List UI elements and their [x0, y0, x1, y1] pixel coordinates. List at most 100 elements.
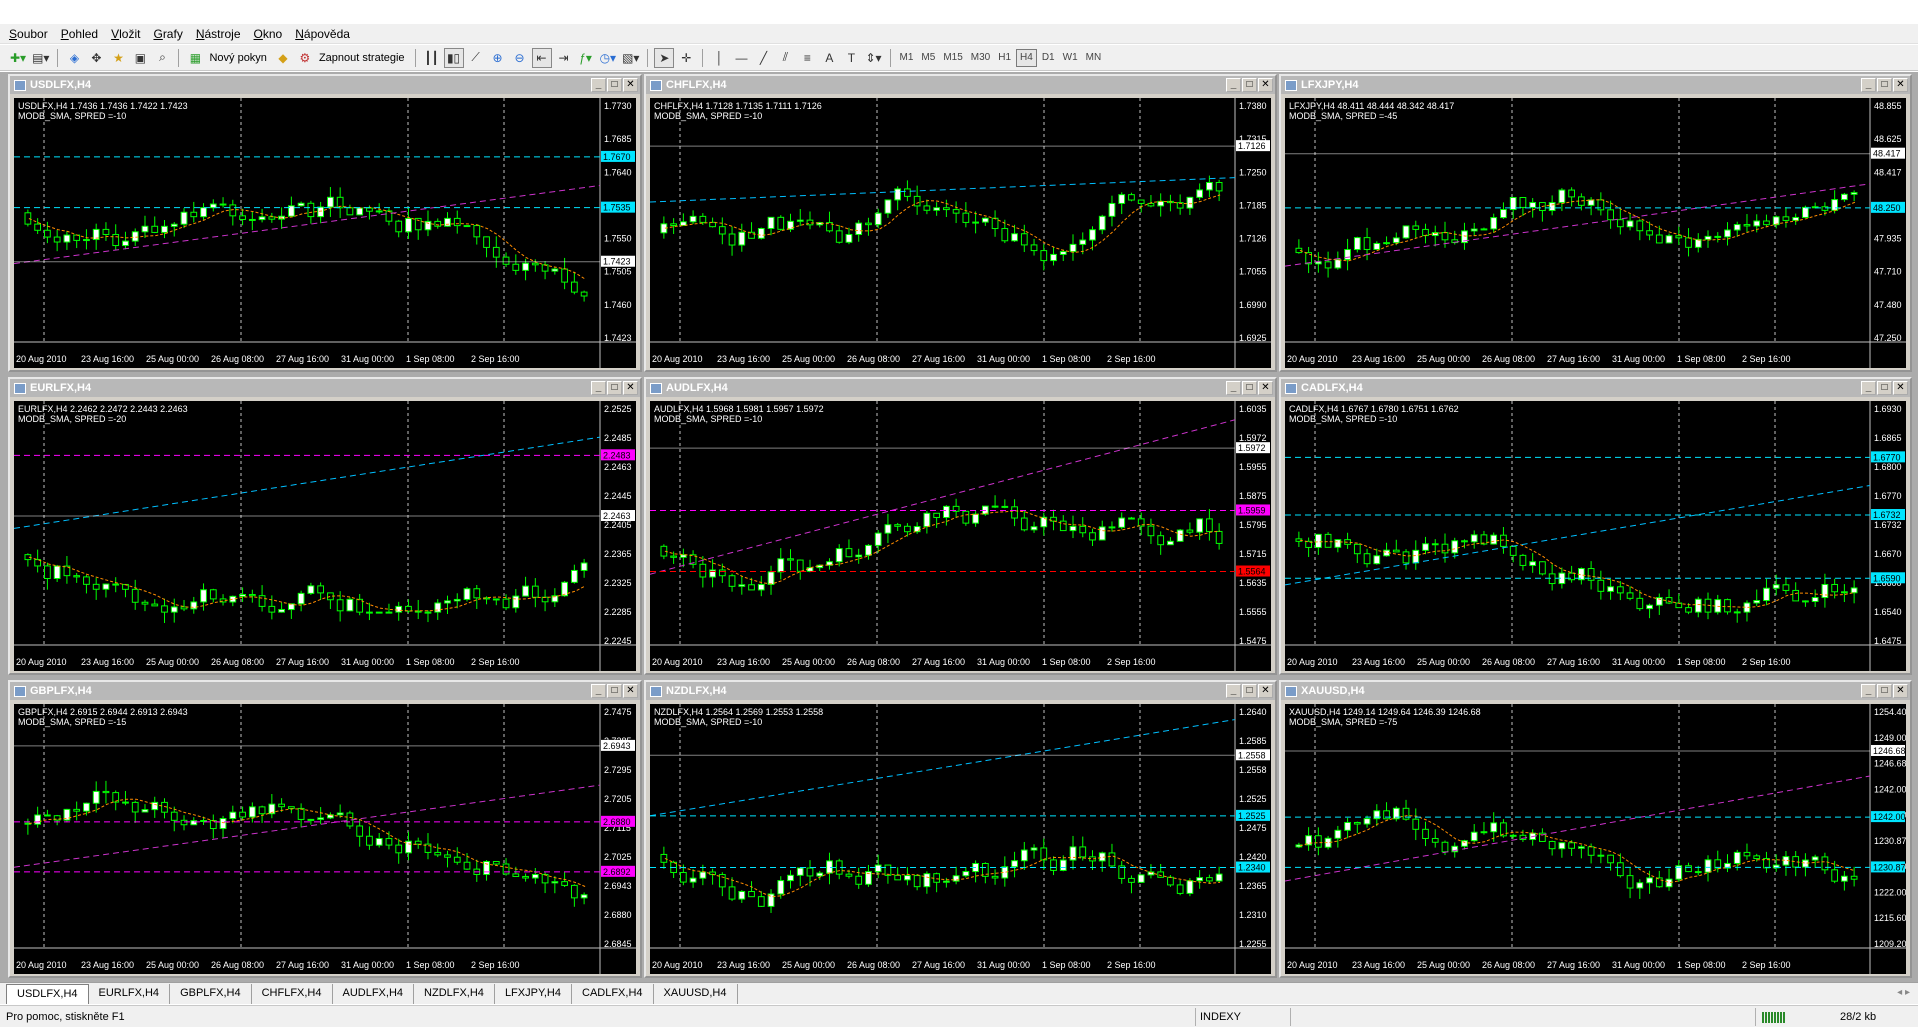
maximize-icon[interactable]: □	[607, 381, 622, 395]
maximize-icon[interactable]: □	[1242, 78, 1257, 92]
minimize-icon[interactable]: _	[1226, 381, 1241, 395]
chart-window-eurlfx[interactable]: EURLFX,H4 _ □ ✕ 2.2525 2.2485 2.2463 2.2445 2.24…	[8, 377, 642, 675]
chart-window-xauusd[interactable]: XAUUSD,H4 _ □ ✕ 1254.40 1249.00 1246.68 1242.00…	[1279, 680, 1912, 978]
chart-window-titlebar[interactable]: EURLFX,H4 _ □ ✕	[10, 379, 640, 397]
minimize-icon[interactable]: _	[1226, 78, 1241, 92]
tab-usdlfx[interactable]: USDLFX,H4	[6, 984, 89, 1004]
market-watch-icon[interactable]: ◈	[64, 48, 84, 68]
timeframe-d1[interactable]: D1	[1039, 49, 1058, 67]
tab-cadlfx[interactable]: CADLFX,H4	[572, 984, 654, 1004]
new-order-button[interactable]: Nový pokyn	[207, 52, 270, 64]
minimize-icon[interactable]: _	[591, 684, 606, 698]
metaeditor-icon[interactable]: ◆	[273, 48, 293, 68]
profiles-icon[interactable]: ▤▾	[30, 48, 51, 68]
timeframe-h1[interactable]: H1	[995, 49, 1014, 67]
new-order-icon[interactable]: ▦	[185, 48, 205, 68]
close-icon[interactable]: ✕	[1258, 684, 1273, 698]
candle-chart-icon[interactable]: ▮▯	[443, 47, 464, 68]
text-icon[interactable]: A	[819, 48, 839, 68]
chart-window-titlebar[interactable]: CADLFX,H4 _ □ ✕	[1281, 379, 1910, 397]
horizontal-line-icon[interactable]: —	[731, 48, 751, 68]
minimize-icon[interactable]: _	[1226, 684, 1241, 698]
arrows-icon[interactable]: ⇕▾	[863, 48, 883, 68]
chart-canvas[interactable]: 1.6035 1.5972 1.5955 1.5875 1.5795 1.5715 1.56…	[650, 401, 1271, 671]
chart-window-usdlfx[interactable]: USDLFX,H4_□✕ 1.77301.76851.76401.75951.75…	[8, 74, 642, 372]
terminal-icon[interactable]: ▣	[130, 48, 150, 68]
chart-window-cadlfx[interactable]: CADLFX,H4 _ □ ✕ 1.6930 1.6865 1.6800 1.6770 1.67…	[1279, 377, 1912, 675]
minimize-icon[interactable]: _	[1861, 684, 1876, 698]
minimize-icon[interactable]: _	[591, 78, 606, 92]
maximize-icon[interactable]: □	[1242, 381, 1257, 395]
tab-eurlfx[interactable]: EURLFX,H4	[89, 984, 171, 1004]
chart-window-titlebar[interactable]: LFXJPY,H4 _ □ ✕	[1281, 76, 1910, 94]
chart-window-lfxjpy[interactable]: LFXJPY,H4_□✕48.85548.62548.41748.16547.9…	[1279, 74, 1912, 372]
chart-shift-icon[interactable]: ⇥	[554, 48, 574, 68]
tab-gbplfx[interactable]: GBPLFX,H4	[170, 984, 252, 1004]
channel-icon[interactable]: ⫽	[775, 48, 795, 68]
close-icon[interactable]: ✕	[1893, 684, 1908, 698]
line-chart-icon[interactable]: ⟋	[466, 48, 486, 68]
autoscroll-icon[interactable]: ⇤	[531, 47, 552, 68]
chart-canvas[interactable]: 1.2640 1.2585 1.2558 1.2525 1.2475 1.2420 1.23…	[650, 704, 1271, 974]
timeframe-m30[interactable]: M30	[968, 49, 993, 67]
timeframe-mn[interactable]: MN	[1083, 49, 1105, 67]
menu-help[interactable]: Nápověda	[290, 27, 358, 41]
close-icon[interactable]: ✕	[1258, 381, 1273, 395]
templates-icon[interactable]: ▧▾	[620, 48, 641, 68]
strategy-button[interactable]: Zapnout strategie	[317, 52, 409, 64]
chart-canvas[interactable]: 1.77301.76851.76401.75951.75501.75051.74…	[14, 98, 636, 368]
timeframe-m5[interactable]: M5	[918, 49, 938, 67]
maximize-icon[interactable]: □	[1877, 684, 1892, 698]
tab-nzdlfx[interactable]: NZDLFX,H4	[414, 984, 495, 1004]
timeframe-w1[interactable]: W1	[1060, 49, 1081, 67]
chart-canvas[interactable]: 1.7380 1.7315 1.7250 1.7185 1.7126 1.7055 1.69…	[650, 98, 1271, 368]
menu-file[interactable]: Soubor	[4, 27, 56, 41]
crosshair-icon[interactable]: ✛	[676, 48, 696, 68]
timeframe-h4[interactable]: H4	[1016, 48, 1037, 67]
chart-window-titlebar[interactable]: USDLFX,H4 _ □ ✕	[10, 76, 640, 94]
new-chart-icon[interactable]: ✚▾	[8, 48, 28, 68]
vertical-line-icon[interactable]: │	[709, 48, 729, 68]
chart-window-audlfx[interactable]: AUDLFX,H4 _ □ ✕ 1.6035 1.5972 1.5955 1.5875 1.57…	[644, 377, 1277, 675]
menu-window[interactable]: Okno	[249, 27, 291, 41]
maximize-icon[interactable]: □	[607, 78, 622, 92]
trendline-icon[interactable]: ╱	[753, 48, 773, 68]
chart-canvas[interactable]: 1254.401249.001246.681242.001235.001230.…	[1285, 704, 1906, 974]
minimize-icon[interactable]: _	[591, 381, 606, 395]
timeframe-m15[interactable]: M15	[940, 49, 965, 67]
chart-window-chflfx[interactable]: CHFLFX,H4 _ □ ✕ 1.7380 1.7315 1.7250 1.7185 1.71…	[644, 74, 1277, 372]
favorites-icon[interactable]: ★	[108, 48, 128, 68]
tab-chflfx[interactable]: CHFLFX,H4	[252, 984, 333, 1004]
close-icon[interactable]: ✕	[623, 381, 638, 395]
navigator-icon[interactable]: ✥	[86, 48, 106, 68]
bar-chart-icon[interactable]: ┃┃	[422, 48, 442, 68]
tab-xauusd[interactable]: XAUUSD,H4	[654, 984, 738, 1004]
tab-scroll-arrows-icon[interactable]: ◂ ▸	[1897, 987, 1910, 998]
tab-lfxjpy[interactable]: LFXJPY,H4	[495, 984, 572, 1004]
menu-insert[interactable]: Vložit	[106, 27, 148, 41]
close-icon[interactable]: ✕	[1893, 381, 1908, 395]
chart-window-nzdlfx[interactable]: NZDLFX,H4 _ □ ✕ 1.2640 1.2585 1.2558 1.2525 1.24…	[644, 680, 1277, 978]
text-label-icon[interactable]: T	[841, 48, 861, 68]
timeframe-m1[interactable]: M1	[897, 49, 917, 67]
tab-audlfx[interactable]: AUDLFX,H4	[333, 984, 415, 1004]
minimize-icon[interactable]: _	[1861, 78, 1876, 92]
menu-tools[interactable]: Nástroje	[191, 27, 249, 41]
close-icon[interactable]: ✕	[1258, 78, 1273, 92]
chart-canvas[interactable]: 2.74752.73852.72952.72052.71152.70252.69…	[14, 704, 636, 974]
maximize-icon[interactable]: □	[1877, 78, 1892, 92]
chart-window-gbplfx[interactable]: GBPLFX,H4_□✕ 2.74752.73852.72952.72052.71…	[8, 680, 642, 978]
tester-icon[interactable]: ⌕	[152, 48, 172, 68]
chart-window-titlebar[interactable]: AUDLFX,H4 _ □ ✕	[646, 379, 1275, 397]
chart-window-titlebar[interactable]: XAUUSD,H4 _ □ ✕	[1281, 682, 1910, 700]
zoom-in-icon[interactable]: ⊕	[488, 48, 508, 68]
chart-canvas[interactable]: 2.2525 2.2485 2.2463 2.2445 2.2405 2.2365 2.23…	[14, 401, 636, 671]
chart-window-titlebar[interactable]: GBPLFX,H4 _ □ ✕	[10, 682, 640, 700]
minimize-icon[interactable]: _	[1861, 381, 1876, 395]
maximize-icon[interactable]: □	[1877, 381, 1892, 395]
indicators-icon[interactable]: ƒ▾	[576, 48, 596, 68]
close-icon[interactable]: ✕	[623, 78, 638, 92]
fibonacci-icon[interactable]: ≡	[797, 48, 817, 68]
zoom-out-icon[interactable]: ⊖	[510, 48, 530, 68]
maximize-icon[interactable]: □	[1242, 684, 1257, 698]
